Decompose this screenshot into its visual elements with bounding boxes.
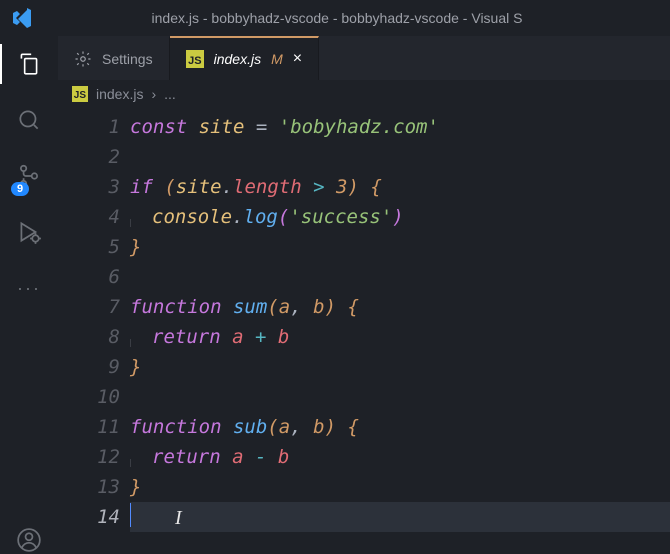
run-debug-icon[interactable] (15, 218, 43, 246)
breadcrumb[interactable]: JS index.js › ... (58, 80, 670, 108)
breadcrumb-file: index.js (96, 86, 143, 102)
line-number-gutter: 1 2 3 4 5 6 7 8 9 10 11 12 13 14 (58, 108, 130, 554)
js-file-icon: JS (72, 86, 88, 102)
text-caret (130, 503, 131, 527)
close-icon[interactable]: × (293, 50, 302, 68)
editor[interactable]: 1 2 3 4 5 6 7 8 9 10 11 12 13 14 const s… (58, 108, 670, 554)
window-title: index.js - bobbyhadz-vscode - bobbyhadz-… (4, 10, 670, 26)
scm-badge: 9 (11, 182, 29, 196)
account-icon[interactable] (15, 526, 43, 554)
chevron-right-icon: › (151, 86, 156, 102)
source-control-icon[interactable]: 9 (15, 162, 43, 190)
gear-icon (74, 50, 92, 68)
code-area[interactable]: const site = 'bobyhadz.com' if (site.len… (130, 108, 670, 554)
modified-indicator: M (271, 51, 283, 67)
tab-index-js[interactable]: JS index.js M × (170, 36, 319, 80)
activity-bar: 9 ··· (0, 36, 58, 554)
tab-label: index.js (214, 51, 261, 67)
ibeam-cursor-icon: I (175, 503, 182, 533)
explorer-icon[interactable] (15, 50, 43, 78)
tab-settings[interactable]: Settings (58, 36, 170, 80)
more-icon[interactable]: ··· (15, 274, 43, 302)
search-icon[interactable] (15, 106, 43, 134)
breadcrumb-rest: ... (164, 86, 176, 102)
tab-label: Settings (102, 51, 153, 67)
tab-bar: Settings JS index.js M × (58, 36, 670, 80)
title-bar: index.js - bobbyhadz-vscode - bobbyhadz-… (0, 0, 670, 36)
js-file-icon: JS (186, 50, 204, 68)
